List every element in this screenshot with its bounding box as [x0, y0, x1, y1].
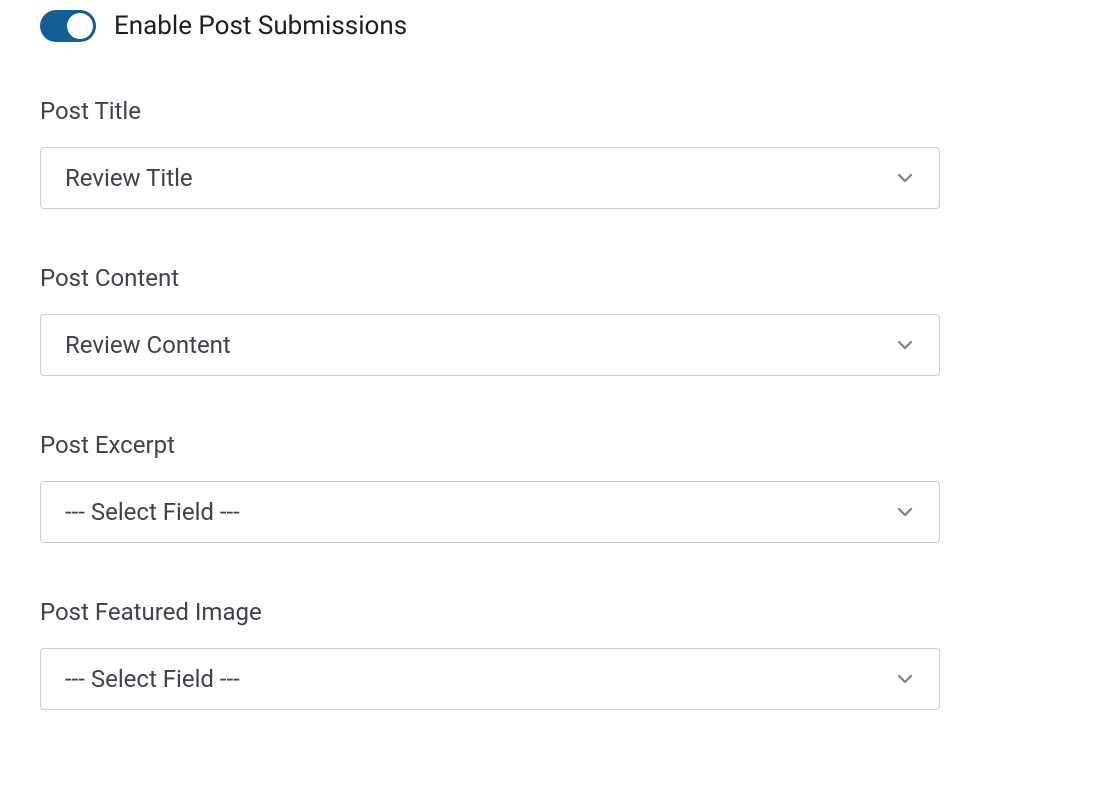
chevron-down-icon [895, 168, 915, 188]
post-title-value: Review Title [65, 164, 193, 192]
chevron-down-icon [895, 669, 915, 689]
post-content-select[interactable]: Review Content [40, 314, 940, 376]
post-excerpt-select[interactable]: --- Select Field --- [40, 481, 940, 543]
enable-post-submissions-toggle[interactable] [40, 10, 96, 42]
post-excerpt-value: --- Select Field --- [65, 498, 240, 526]
chevron-down-icon [895, 502, 915, 522]
post-featured-image-select[interactable]: --- Select Field --- [40, 648, 940, 710]
post-title-select[interactable]: Review Title [40, 147, 940, 209]
enable-toggle-label: Enable Post Submissions [114, 11, 407, 41]
post-excerpt-group: Post Excerpt --- Select Field --- [40, 431, 940, 543]
chevron-down-icon [895, 335, 915, 355]
post-content-group: Post Content Review Content [40, 264, 940, 376]
toggle-knob [67, 13, 93, 39]
enable-toggle-row: Enable Post Submissions [40, 10, 940, 42]
post-excerpt-label: Post Excerpt [40, 431, 940, 459]
post-title-label: Post Title [40, 97, 940, 125]
post-featured-image-label: Post Featured Image [40, 598, 940, 626]
post-title-group: Post Title Review Title [40, 97, 940, 209]
post-content-label: Post Content [40, 264, 940, 292]
post-featured-image-group: Post Featured Image --- Select Field --- [40, 598, 940, 710]
post-content-value: Review Content [65, 331, 231, 359]
post-submission-settings: Enable Post Submissions Post Title Revie… [40, 10, 940, 710]
post-featured-image-value: --- Select Field --- [65, 665, 240, 693]
